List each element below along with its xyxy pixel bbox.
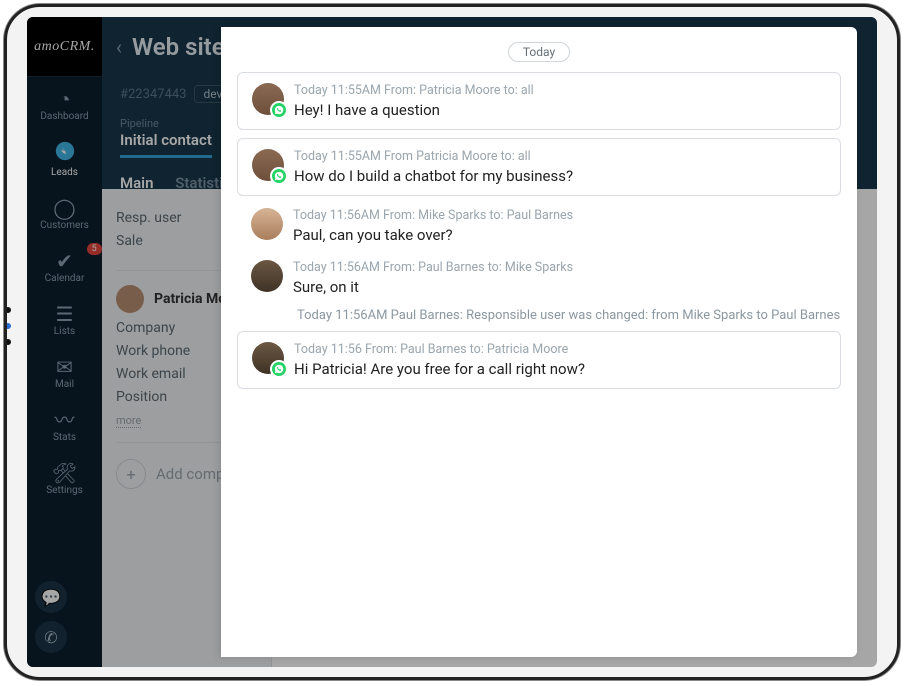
- nav-lists[interactable]: ☰ Lists: [27, 292, 102, 345]
- nav-label: Dashboard: [40, 111, 88, 122]
- lists-icon: ☰: [27, 302, 102, 326]
- avatar: [252, 342, 284, 374]
- nav-leads[interactable]: Leads: [27, 130, 102, 186]
- avatar: [116, 285, 144, 313]
- app-logo-text: amoCRM.: [34, 39, 95, 55]
- gauge-icon: ◔: [27, 87, 102, 111]
- plus-icon: +: [116, 459, 146, 489]
- more-link[interactable]: more: [116, 414, 141, 428]
- message-body: Hi Patricia! Are you free for a call rig…: [294, 360, 826, 378]
- message-card[interactable]: Today 11:56 From: Paul Barnes to: Patric…: [237, 331, 841, 389]
- nav-customers[interactable]: ◯ Customers: [27, 186, 102, 239]
- avatar: [252, 83, 284, 115]
- message-meta: Today 11:55AM From Patricia Moore to: al…: [294, 149, 826, 165]
- back-chevron-icon[interactable]: ‹: [116, 35, 122, 59]
- avatar: [251, 208, 283, 240]
- tablet-frame: amoCRM. ◔ Dashboard Leads ◯ Customers ✔ …: [4, 4, 900, 680]
- nav-mail[interactable]: ✉ Mail: [27, 345, 102, 398]
- lead-id: #22347443: [120, 87, 186, 102]
- customers-icon: ◯: [27, 196, 102, 220]
- message-plain[interactable]: Today 11:56AM From: Paul Barnes to: Mike…: [237, 256, 841, 300]
- nav-label: Lists: [54, 326, 75, 337]
- message-body: Paul, can you take over?: [293, 226, 827, 244]
- nav-label: Mail: [55, 379, 74, 390]
- day-separator-label: Today: [508, 42, 570, 62]
- nav-label: Settings: [46, 485, 83, 496]
- chat-panel: Today Today 11:55AM From: Patricia Moore…: [221, 27, 857, 657]
- app-screen: amoCRM. ◔ Dashboard Leads ◯ Customers ✔ …: [27, 17, 877, 667]
- app-logo[interactable]: amoCRM.: [27, 17, 102, 77]
- message-meta: Today 11:56AM From: Paul Barnes to: Mike…: [293, 260, 827, 276]
- nav-dashboard[interactable]: ◔ Dashboard: [27, 77, 102, 130]
- whatsapp-icon: [270, 167, 288, 185]
- message-card[interactable]: Today 11:55AM From Patricia Moore to: al…: [237, 138, 841, 196]
- nav-label: Leads: [51, 167, 78, 178]
- avatar: [251, 260, 283, 292]
- day-separator: Today: [221, 41, 857, 62]
- message-meta: Today 11:56AM From: Mike Sparks to: Paul…: [293, 208, 827, 224]
- call-button[interactable]: ✆: [35, 621, 67, 653]
- whatsapp-icon: [270, 360, 288, 378]
- chat-bubble-button[interactable]: 💬: [35, 581, 67, 613]
- message-body: How do I build a chatbot for my business…: [294, 167, 826, 185]
- system-event: Today 11:56AM Paul Barnes: Responsible u…: [297, 308, 841, 323]
- stats-icon: 〰: [27, 408, 102, 432]
- calendar-badge: 5: [87, 243, 102, 255]
- nav-settings[interactable]: 🛠 Settings: [27, 451, 102, 504]
- nav-calendar[interactable]: ✔ 5 Calendar: [27, 239, 102, 292]
- mail-icon: ✉: [27, 355, 102, 379]
- message-body: Hey! I have a question: [294, 101, 826, 119]
- nav-stats[interactable]: 〰 Stats: [27, 398, 102, 451]
- leads-icon: [27, 140, 102, 167]
- message-card[interactable]: Today 11:55AM From: Patricia Moore to: a…: [237, 72, 841, 130]
- message-meta: Today 11:56 From: Paul Barnes to: Patric…: [294, 342, 826, 358]
- message-plain[interactable]: Today 11:56AM From: Mike Sparks to: Paul…: [237, 204, 841, 248]
- nav-label: Calendar: [45, 273, 85, 284]
- message-body: Sure, on it: [293, 278, 827, 296]
- nav-label: Stats: [53, 432, 76, 443]
- nav-label: Customers: [40, 220, 89, 231]
- sidebar: amoCRM. ◔ Dashboard Leads ◯ Customers ✔ …: [27, 17, 102, 667]
- pipeline-stage[interactable]: Initial contact: [120, 131, 212, 158]
- tablet-side-dots: [5, 307, 11, 345]
- message-meta: Today 11:55AM From: Patricia Moore to: a…: [294, 83, 826, 99]
- avatar: [252, 149, 284, 181]
- wrench-icon: 🛠: [27, 461, 102, 485]
- whatsapp-icon: [270, 101, 288, 119]
